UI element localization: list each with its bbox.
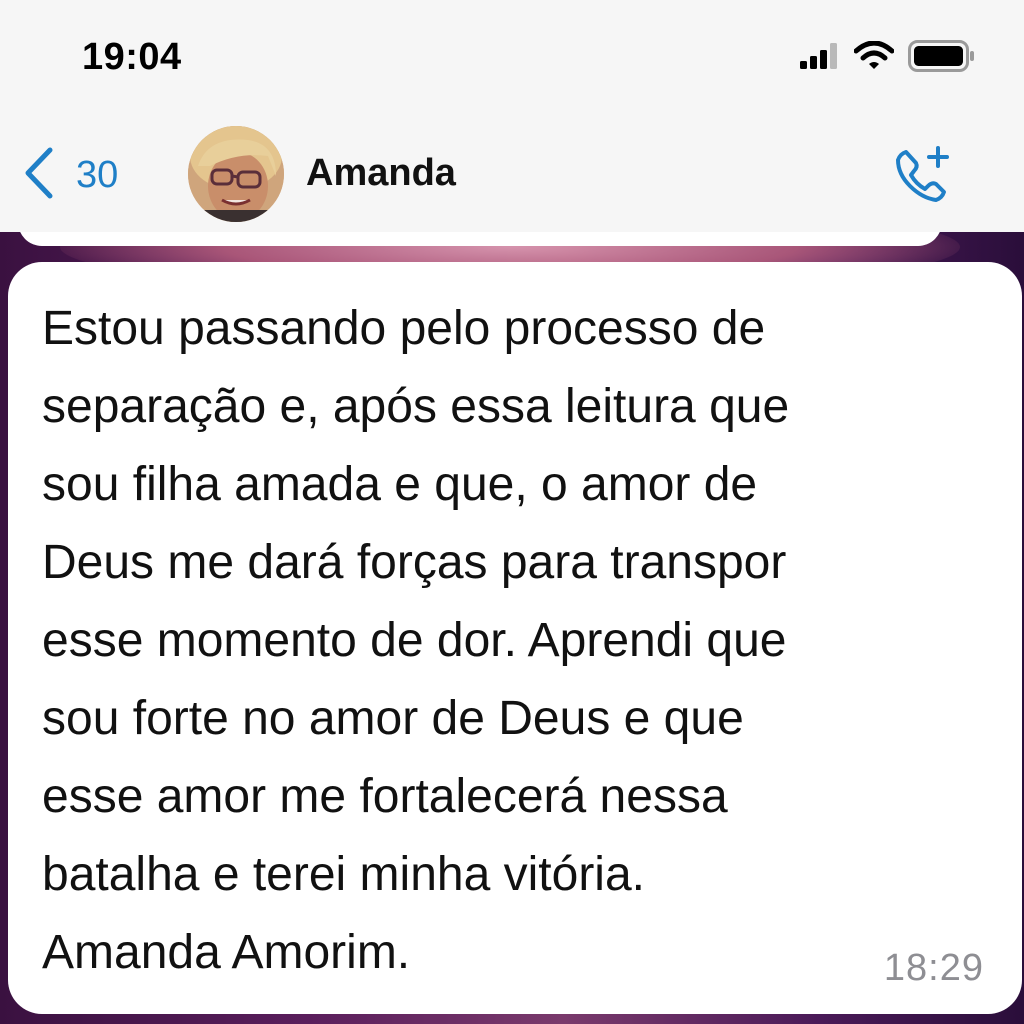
- status-time: 19:04: [82, 36, 182, 78]
- cellular-signal-icon: [800, 42, 840, 74]
- add-call-button[interactable]: [892, 144, 954, 206]
- chat-header: 30 Amanda: [0, 118, 1024, 232]
- message-text: Estou passando pelo processo de separaçã…: [42, 302, 790, 979]
- contact-name[interactable]: Amanda: [306, 152, 456, 195]
- unread-count: 30: [76, 153, 119, 196]
- chevron-left-icon: [22, 146, 56, 205]
- message-timestamp: 18:29: [883, 947, 984, 989]
- message-bubble[interactable]: Estou passando pelo processo de separaçã…: [8, 262, 1022, 1014]
- battery-icon: [908, 39, 976, 77]
- status-icons: [800, 39, 976, 77]
- previous-message-bubble[interactable]: …… …… ………… …………: [18, 232, 942, 246]
- chat-area[interactable]: …… …… ………… ………… Estou passando pelo proc…: [0, 232, 1024, 1024]
- add-call-icon: [892, 146, 954, 210]
- back-button[interactable]: 30: [22, 146, 119, 205]
- status-bar: 19:04: [0, 0, 1024, 118]
- wifi-icon: [853, 40, 895, 76]
- contact-avatar[interactable]: [188, 126, 284, 222]
